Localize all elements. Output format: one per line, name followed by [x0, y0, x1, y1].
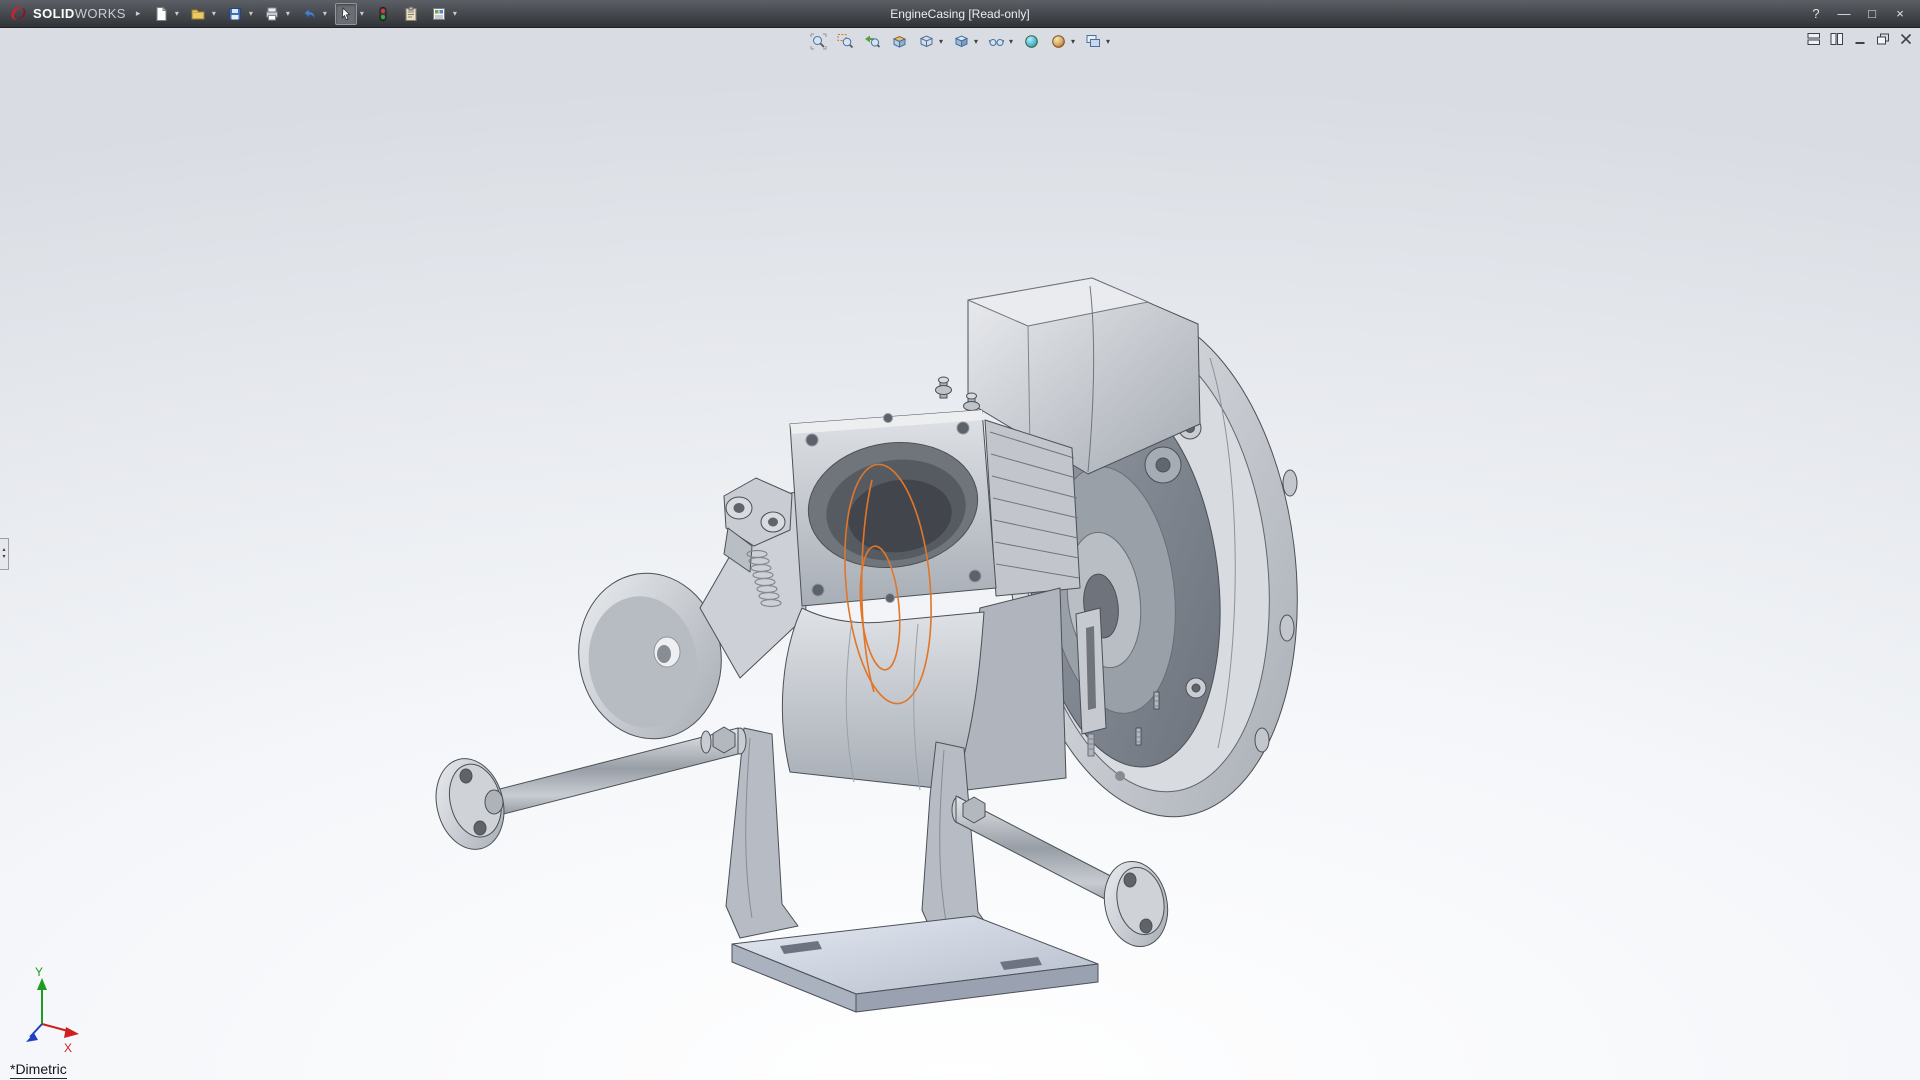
document-window-controls: [1806, 32, 1914, 46]
hide-show-items-dropdown[interactable]: ▾: [1007, 37, 1015, 46]
print-button[interactable]: [261, 3, 283, 25]
edit-appearance-button[interactable]: [1021, 31, 1042, 52]
triad-x-label: X: [64, 1041, 72, 1055]
heads-up-view-toolbar: ▾ ▾ ▾ ▾ ▾: [806, 31, 1114, 52]
triad-y-arrow: [37, 978, 47, 990]
solidworks-logo-icon: [8, 5, 28, 22]
maximize-window-button[interactable]: □: [1860, 4, 1884, 24]
splitter-down-icon: ▾: [2, 554, 5, 561]
select-tool-dropdown[interactable]: ▾: [357, 9, 366, 18]
view-settings-button[interactable]: [1083, 31, 1104, 52]
panel-splitter-handle[interactable]: ▴ ▾: [0, 538, 9, 570]
triad-z-axis: [30, 1024, 42, 1037]
window-title: EngineCasing [Read-only]: [890, 7, 1029, 21]
save-dropdown[interactable]: ▾: [246, 9, 255, 18]
minimize-document-button[interactable]: [1852, 32, 1868, 46]
standard-toolbar: ▾ ▾ ▾ ▾ ▾: [150, 3, 465, 25]
print-dropdown[interactable]: ▾: [283, 9, 292, 18]
save-button[interactable]: [224, 3, 246, 25]
apply-scene-button[interactable]: [1048, 31, 1069, 52]
view-orientation-button[interactable]: [916, 31, 937, 52]
split-vertical-icon[interactable]: [1829, 32, 1845, 46]
triad-y-label: Y: [35, 965, 43, 979]
zoom-to-area-button[interactable]: [835, 31, 856, 52]
help-button[interactable]: ?: [1804, 4, 1828, 24]
view-orientation-dropdown[interactable]: ▾: [937, 37, 945, 46]
model-geometry[interactable]: [427, 278, 1325, 1012]
triad-x-arrow: [64, 1027, 79, 1038]
splitter-up-icon: ▴: [2, 547, 5, 554]
new-document-dropdown[interactable]: ▾: [172, 9, 181, 18]
apply-scene-dropdown[interactable]: ▾: [1069, 37, 1077, 46]
open-button[interactable]: [187, 3, 209, 25]
select-tool-button[interactable]: [335, 3, 357, 25]
orientation-triad: Y X: [26, 965, 79, 1055]
menu-expand-arrow[interactable]: ▸: [136, 8, 141, 19]
restore-document-button[interactable]: [1875, 32, 1891, 46]
undo-button[interactable]: [298, 3, 320, 25]
options-button[interactable]: [428, 3, 450, 25]
file-properties-button[interactable]: [400, 3, 422, 25]
close-window-button[interactable]: ×: [1888, 4, 1912, 24]
rebuild-button[interactable]: [372, 3, 394, 25]
engine-casing-model[interactable]: Y X: [0, 28, 1920, 1080]
split-horizontal-icon[interactable]: [1806, 32, 1822, 46]
close-document-button[interactable]: [1898, 32, 1914, 46]
graphics-area[interactable]: Y X: [0, 28, 1920, 1080]
open-dropdown[interactable]: ▾: [209, 9, 218, 18]
view-settings-dropdown[interactable]: ▾: [1104, 37, 1112, 46]
new-document-button[interactable]: [150, 3, 172, 25]
zoom-to-fit-button[interactable]: [808, 31, 829, 52]
display-style-dropdown[interactable]: ▾: [972, 37, 980, 46]
section-view-button[interactable]: [889, 31, 910, 52]
minimize-window-button[interactable]: —: [1832, 4, 1856, 24]
view-orientation-label: *Dimetric: [10, 1061, 67, 1079]
titlebar: SOLIDWORKS ▸ ▾ ▾ ▾ ▾: [0, 0, 1920, 28]
brand-text: SOLIDWORKS: [33, 6, 126, 21]
window-controls: ? — □ ×: [1804, 4, 1920, 24]
hide-show-items-button[interactable]: [986, 31, 1007, 52]
previous-view-button[interactable]: [862, 31, 883, 52]
options-dropdown[interactable]: ▾: [450, 9, 459, 18]
solidworks-logo: SOLIDWORKS: [0, 5, 132, 22]
undo-dropdown[interactable]: ▾: [320, 9, 329, 18]
display-style-button[interactable]: [951, 31, 972, 52]
